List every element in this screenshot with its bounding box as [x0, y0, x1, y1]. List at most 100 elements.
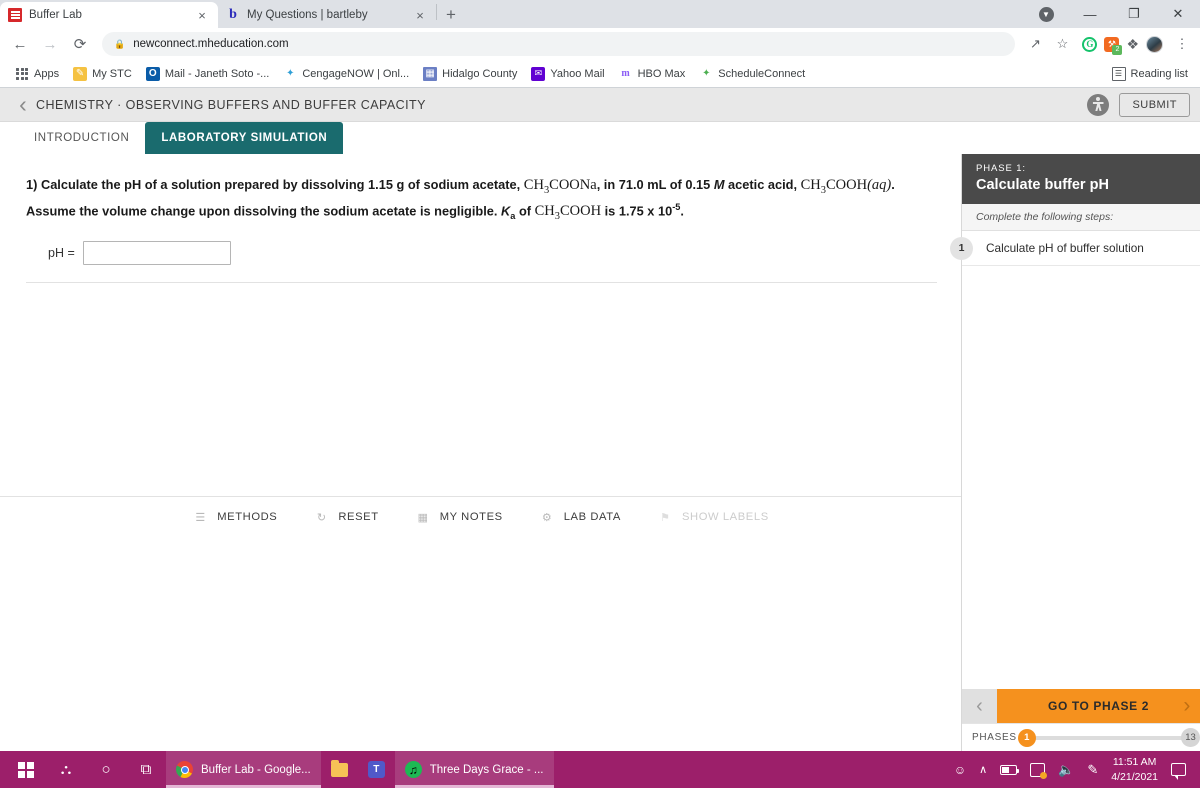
tab-introduction[interactable]: INTRODUCTION [18, 122, 145, 154]
question-text: 1) Calculate the pH of a solution prepar… [26, 177, 895, 222]
extension-icons: G ⚒ 2 ❖ ⋮ [1076, 32, 1194, 56]
methods-button[interactable]: ☰ METHODS [192, 509, 277, 526]
battery-icon[interactable] [1000, 764, 1020, 775]
simulation-toolbar: ☰ METHODS ↻ RESET ▦ MY NOTES ⚙ LAB DATA … [0, 495, 961, 538]
bookmark-yahoo-mail[interactable]: ✉ Yahoo Mail [524, 64, 611, 84]
reset-circle-icon: ↻ [316, 511, 327, 524]
browser-toolbar: ← → ⟳ 🔒 newconnect.mheducation.com ↗ ☆ G… [0, 28, 1200, 60]
puzzle-icon[interactable]: ❖ [1126, 36, 1139, 53]
bookmark-label: ScheduleConnect [718, 67, 806, 80]
search-icon[interactable]: ⛬ [46, 751, 86, 788]
close-icon[interactable]: × [194, 7, 210, 23]
pen-icon[interactable]: ✎ [1087, 762, 1098, 778]
phase-total-marker: 13 [1181, 728, 1200, 747]
step-list: 1 Calculate pH of buffer solution [950, 231, 1200, 689]
bookmarks-bar: Apps ✎ My STC O Mail - Janeth Soto -... … [0, 60, 1200, 88]
task-view-icon[interactable]: ⧉ [126, 751, 166, 788]
address-bar[interactable]: 🔒 newconnect.mheducation.com [102, 32, 1016, 56]
app-header: ‹ CHEMISTRY · OBSERVING BUFFERS AND BUFF… [0, 88, 1200, 122]
bookmark-my-stc[interactable]: ✎ My STC [66, 64, 139, 84]
building-icon: ▦ [423, 66, 438, 81]
picture-tray-icon[interactable] [1030, 762, 1048, 779]
bookmark-hidalgo-county[interactable]: ▦ Hidalgo County [416, 64, 524, 84]
clock[interactable]: 11:51 AM 4/21/2021 [1111, 755, 1158, 783]
notification-icon[interactable] [1171, 763, 1186, 780]
clock-time: 11:51 AM [1112, 756, 1157, 769]
chevron-right-icon: › [1183, 694, 1191, 717]
hbo-max-icon: m [621, 68, 630, 79]
chrome-icon [176, 761, 193, 778]
bookmark-label: Yahoo Mail [550, 67, 605, 80]
bookmark-star-icon[interactable]: ☆ [1050, 32, 1074, 56]
maximize-icon[interactable]: ❐ [1112, 0, 1156, 28]
chevron-up-icon[interactable]: ∧ [979, 763, 987, 776]
lab-data-button[interactable]: ⚙ LAB DATA [539, 509, 621, 526]
tab-laboratory-simulation[interactable]: LABORATORY SIMULATION [145, 122, 344, 154]
reading-list-label: Reading list [1130, 67, 1188, 80]
bookmark-mail[interactable]: O Mail - Janeth Soto -... [139, 64, 277, 84]
reading-list-button[interactable]: ☰ Reading list [1105, 64, 1192, 84]
back-chevron-icon[interactable]: ‹ [10, 93, 36, 116]
browser-tab-1[interactable]: b My Questions | bartleby × [218, 2, 436, 28]
taskbar-app-chrome[interactable]: Buffer Lab - Google... [166, 751, 321, 788]
browser-tab-title: My Questions | bartleby [247, 9, 368, 21]
cortana-icon[interactable]: ○ [86, 751, 126, 788]
forward-icon[interactable]: → [36, 30, 64, 58]
simulation-lower-area [0, 538, 961, 751]
previous-phase-button[interactable]: ‹ [962, 689, 997, 723]
accessibility-icon[interactable] [1087, 93, 1110, 116]
close-window-icon[interactable]: ✕ [1156, 0, 1200, 28]
outlook-icon: O [145, 66, 160, 81]
bookmark-label: My STC [92, 67, 132, 80]
tool-label: LAB DATA [563, 511, 621, 524]
my-notes-button[interactable]: ▦ MY NOTES [415, 509, 503, 526]
file-explorer-icon [330, 759, 348, 777]
tag-icon: ⚑ [660, 511, 671, 524]
methods-stack-icon: ☰ [195, 511, 207, 524]
bookmark-label: CengageNOW | Onl... [302, 67, 410, 80]
lab-application: ‹ CHEMISTRY · OBSERVING BUFFERS AND BUFF… [0, 88, 1200, 751]
flask-icon: ⚙ [541, 511, 553, 524]
profile-avatar[interactable] [1146, 35, 1163, 53]
phase-name: Calculate buffer pH [976, 177, 1109, 193]
browser-tab-0[interactable]: Buffer Lab × [0, 2, 218, 28]
taskbar-app-explorer[interactable] [321, 751, 358, 788]
phase-sidebar: PHASE 1: Calculate buffer pH Complete th… [950, 154, 1200, 751]
go-to-phase-button[interactable]: GO TO PHASE 2 › [997, 689, 1200, 723]
system-tray: ☺ ∧ 🔈 ✎ 11:51 AM 4/21/2021 [954, 755, 1194, 783]
ph-input[interactable] [82, 240, 231, 265]
bookmark-hbo-max[interactable]: m HBO Max [612, 64, 693, 84]
steps-subtitle: Complete the following steps: [962, 204, 1200, 231]
phases-slider[interactable]: 1 13 [1017, 728, 1200, 747]
reload-icon[interactable]: ⟳ [66, 30, 94, 58]
taskbar-app-spotify[interactable]: ♫ Three Days Grace - ... [394, 751, 554, 788]
submit-button[interactable]: SUBMIT [1119, 92, 1190, 117]
new-tab-button[interactable]: + [437, 2, 465, 28]
bookmark-label: Apps [34, 67, 60, 80]
taskbar-app-teams[interactable]: T [358, 751, 395, 788]
close-icon[interactable]: × [412, 7, 428, 23]
windows-start-icon[interactable] [6, 751, 46, 788]
bookmark-label: HBO Max [637, 67, 686, 80]
simulation-canvas[interactable] [0, 283, 961, 496]
grammarly-icon[interactable]: G [1082, 36, 1098, 52]
share-icon[interactable]: ↗ [1023, 32, 1047, 56]
app-body: 1) Calculate the pH of a solution prepar… [0, 154, 1200, 751]
list-item[interactable]: 1 Calculate pH of buffer solution [950, 231, 1200, 266]
back-icon[interactable]: ← [6, 30, 34, 58]
apps-grid-icon [15, 67, 29, 81]
minimize-icon[interactable]: — [1068, 0, 1112, 28]
bookmark-schedule-connect[interactable]: ✦ ScheduleConnect [692, 64, 812, 84]
phases-label: PHASES [972, 732, 1017, 743]
phase-kicker: PHASE 1: [976, 163, 1026, 174]
reset-button[interactable]: ↻ RESET [313, 509, 378, 526]
show-labels-button[interactable]: ⚑ SHOW LABELS [657, 509, 769, 526]
volume-icon[interactable]: 🔈 [1058, 762, 1074, 778]
chrome-menu-icon[interactable]: ⋮ [1170, 32, 1194, 56]
extension-orange-icon[interactable]: ⚒ 2 [1104, 36, 1123, 55]
download-indicator-icon[interactable]: ▼ [1024, 0, 1068, 28]
people-icon[interactable]: ☺ [954, 763, 966, 777]
teams-icon: T [367, 761, 385, 778]
bookmark-apps[interactable]: Apps [8, 64, 66, 84]
bookmark-cengage[interactable]: ✦ CengageNOW | Onl... [276, 64, 416, 84]
